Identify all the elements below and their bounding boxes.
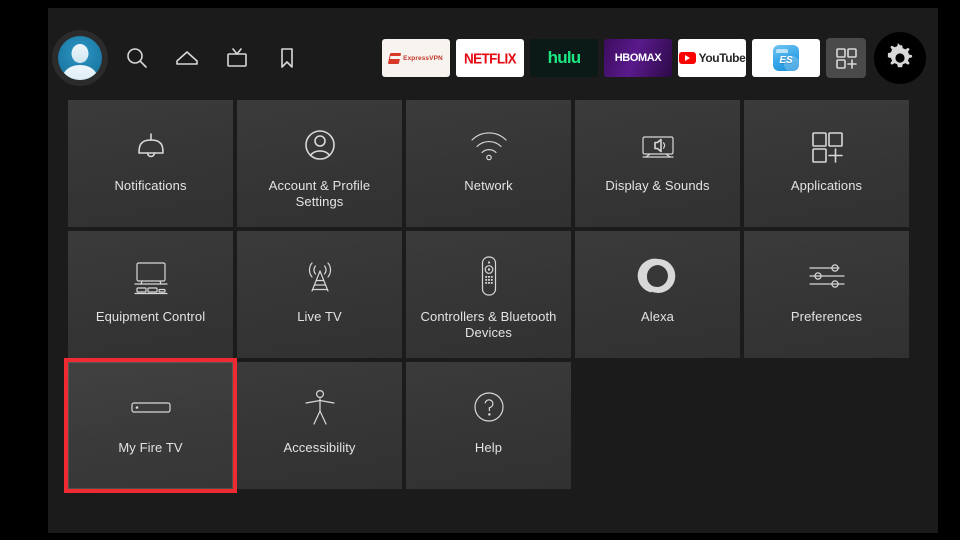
settings-tile-preferences[interactable]: Preferences	[744, 231, 909, 358]
settings-tile-accessibility[interactable]: Accessibility	[237, 362, 402, 489]
hulu-app[interactable]: hulu	[530, 39, 598, 77]
expressvpn-logo: ExpressVPN	[387, 52, 443, 64]
youtube-label: YouTube	[698, 51, 746, 65]
remote-control-icon	[464, 245, 514, 307]
profile-avatar[interactable]	[58, 36, 102, 80]
home-icon[interactable]	[172, 43, 202, 73]
settings-row: Notifications Account & Profile Settings	[68, 100, 918, 227]
hbomax-label: HBOMAX	[614, 52, 662, 64]
avatar-head	[71, 43, 89, 63]
top-nav-app-shortcuts: ExpressVPN NETFLIX hulu HBOMAX YouTube E…	[382, 22, 926, 94]
accessibility-icon	[295, 376, 345, 438]
alexa-icon	[633, 245, 683, 307]
netflix-label: NETFLIX	[463, 49, 517, 67]
bookmark-icon[interactable]	[272, 43, 302, 73]
settings-tile-label: Account & Profile Settings	[268, 178, 371, 209]
avatar-body	[63, 65, 97, 80]
expressvpn-app[interactable]: ExpressVPN	[382, 39, 450, 77]
expressvpn-label: ExpressVPN	[403, 54, 443, 62]
settings-row: Equipment Control Live TV Controllers & …	[68, 231, 918, 358]
equipment-control-icon	[123, 245, 179, 307]
top-nav-left-group	[58, 22, 302, 94]
live-tv-icon[interactable]	[222, 43, 252, 73]
fire-tv-stick-icon	[120, 376, 182, 438]
settings-tile-my-fire-tv[interactable]: My Fire TV	[64, 358, 237, 493]
settings-tile-label: My Fire TV	[118, 440, 183, 455]
settings-tile-controllers-bluetooth-devices[interactable]: Controllers & Bluetooth Devices	[406, 231, 571, 358]
settings-tile-live-tv[interactable]: Live TV	[237, 231, 402, 358]
settings-tile-alexa[interactable]: Alexa	[575, 231, 740, 358]
settings-tile-account-profile-settings[interactable]: Account & Profile Settings	[237, 100, 402, 227]
hbomax-app[interactable]: HBOMAX	[604, 39, 672, 77]
netflix-app[interactable]: NETFLIX	[456, 39, 524, 77]
settings-tile-label: Equipment Control	[95, 309, 206, 324]
youtube-app[interactable]: YouTube	[678, 39, 746, 77]
antenna-icon	[295, 245, 345, 307]
es-file-explorer-app[interactable]: ES	[752, 39, 820, 77]
account-profile-icon	[295, 114, 345, 176]
settings-tile-network[interactable]: Network	[406, 100, 571, 227]
settings-tile-label: Alexa	[640, 309, 675, 324]
es-file-explorer-icon: ES	[773, 45, 800, 72]
settings-tile-label: Notifications	[114, 178, 187, 193]
es-letters-label: ES	[779, 54, 793, 66]
applications-grid-icon	[802, 114, 852, 176]
settings-tile-label: Network	[464, 178, 513, 193]
fire-tv-ui-surface: ExpressVPN NETFLIX hulu HBOMAX YouTube E…	[48, 8, 938, 533]
settings-row: My Fire TV Accessibility Help	[64, 358, 918, 493]
add-apps-button[interactable]	[826, 38, 866, 78]
youtube-logo: YouTube	[678, 51, 746, 65]
search-icon[interactable]	[122, 43, 152, 73]
expressvpn-mark-icon	[387, 52, 402, 64]
apps-grid-plus-icon	[836, 48, 857, 69]
settings-tile-label: Accessibility	[283, 440, 356, 455]
settings-tile-label: Controllers & Bluetooth Devices	[420, 309, 557, 340]
settings-tile-label: Preferences	[790, 309, 863, 324]
settings-tile-label: Live TV	[297, 309, 342, 324]
sliders-icon	[799, 245, 855, 307]
help-question-icon	[464, 376, 514, 438]
settings-gear-button[interactable]	[874, 32, 926, 84]
settings-tile-applications[interactable]: Applications	[744, 100, 909, 227]
settings-tile-grid: Notifications Account & Profile Settings	[64, 100, 918, 493]
gear-icon	[887, 43, 913, 68]
display-sounds-icon	[630, 114, 686, 176]
settings-tile-help[interactable]: Help	[406, 362, 571, 489]
settings-tile-label: Applications	[790, 178, 863, 193]
wifi-icon	[464, 114, 514, 176]
settings-tile-label: Help	[474, 440, 503, 455]
settings-tile-label: Display & Sounds	[605, 178, 710, 193]
settings-tile-notifications[interactable]: Notifications	[68, 100, 233, 227]
top-navigation-bar: ExpressVPN NETFLIX hulu HBOMAX YouTube E…	[48, 22, 938, 94]
youtube-play-icon	[678, 52, 696, 64]
settings-tile-equipment-control[interactable]: Equipment Control	[68, 231, 233, 358]
settings-tile-display-sounds[interactable]: Display & Sounds	[575, 100, 740, 227]
hulu-label: hulu	[547, 48, 581, 67]
tv-screen: ExpressVPN NETFLIX hulu HBOMAX YouTube E…	[0, 0, 960, 540]
bell-icon	[126, 114, 176, 176]
